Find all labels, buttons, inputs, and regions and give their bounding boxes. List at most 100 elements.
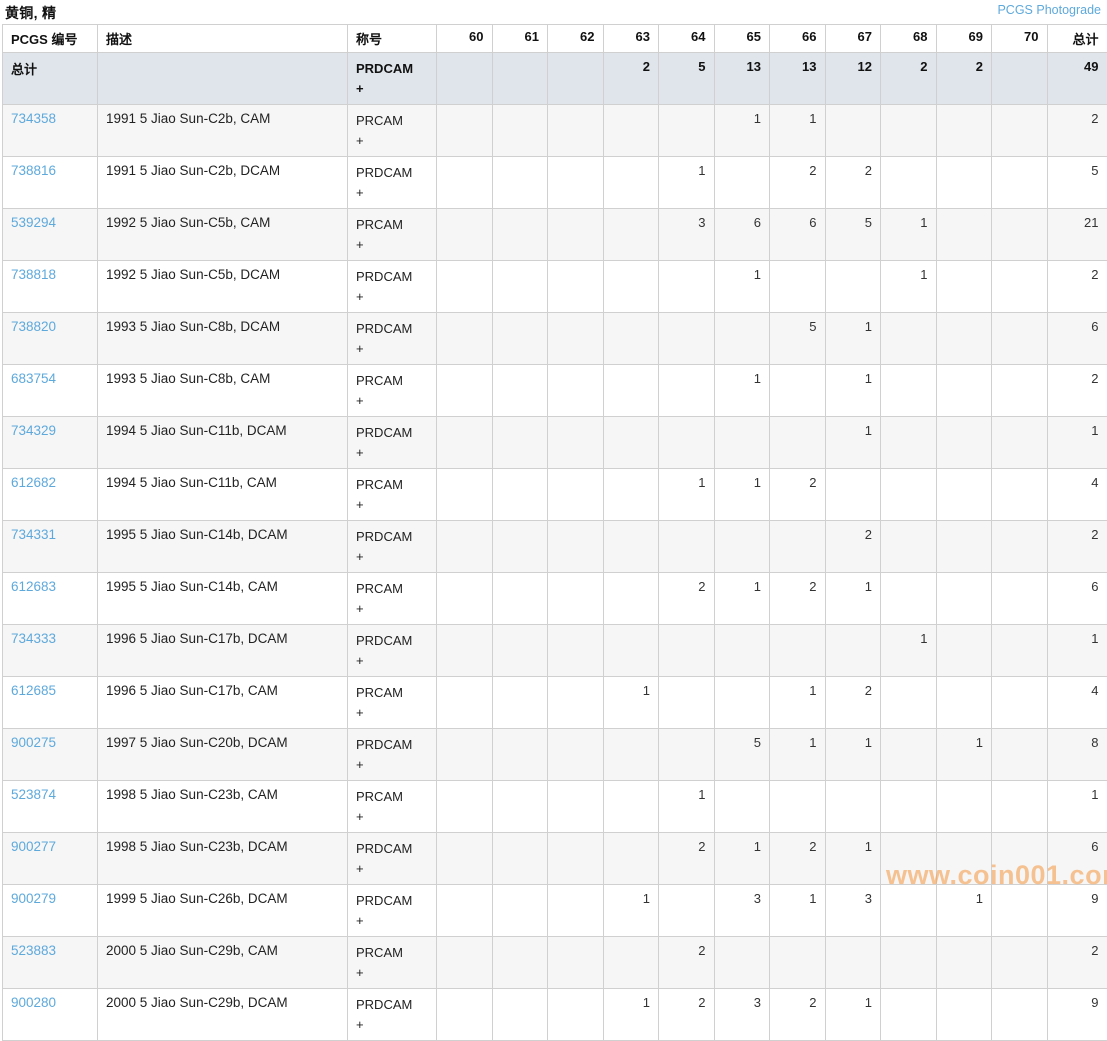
grade-60-cell: [437, 521, 493, 573]
grade-65-cell: [714, 625, 770, 677]
grade-60-cell: [437, 833, 493, 885]
grade-68-cell: [881, 365, 937, 417]
pcgs-number-link[interactable]: 734329: [11, 423, 56, 438]
grade-67-cell: 1: [825, 989, 881, 1041]
designation-cell: PRDCAM +: [348, 625, 437, 677]
grade-66-cell: 1: [770, 885, 826, 937]
description-cell: 1994 5 Jiao Sun-C11b, CAM: [98, 469, 348, 521]
grade-61-cell: [492, 833, 548, 885]
grade-64-cell: 2: [659, 989, 715, 1041]
pcgs-number-link[interactable]: 539294: [11, 215, 56, 230]
pcgs-number-link[interactable]: 900275: [11, 735, 56, 750]
grade-67-cell: 1: [825, 417, 881, 469]
grade-65-cell: [714, 521, 770, 573]
grade-62-cell: [548, 573, 604, 625]
pcgs-number-link[interactable]: 683754: [11, 371, 56, 386]
pcgs-number-link[interactable]: 612685: [11, 683, 56, 698]
grade-70-cell: [992, 833, 1048, 885]
designation-cell: PRCAM +: [348, 677, 437, 729]
grade-64-cell: [659, 105, 715, 157]
table-row: 734333 1996 5 Jiao Sun-C17b, DCAMPRDCAM +…: [3, 625, 1107, 677]
grade-68-cell: [881, 313, 937, 365]
pcgs-number-link[interactable]: 738816: [11, 163, 56, 178]
grade-64-cell: 1: [659, 469, 715, 521]
pcgs-number-link[interactable]: 900279: [11, 891, 56, 906]
grade-60-cell: [437, 417, 493, 469]
table-row: 7388201993 5 Jiao Sun-C8b, DCAMPRDCAM +5…: [3, 313, 1107, 365]
grade-68-cell: 1: [881, 625, 937, 677]
designation-cell: PRCAM +: [348, 937, 437, 989]
grade-70-cell: [992, 157, 1048, 209]
pcgs-number-link[interactable]: 734331: [11, 527, 56, 542]
grade-62-cell: [548, 937, 604, 989]
grade-68-cell: [881, 417, 937, 469]
description-cell: 2000 5 Jiao Sun-C29b, DCAM: [98, 989, 348, 1041]
grade-64-cell: [659, 885, 715, 937]
grade-66-cell: 2: [770, 833, 826, 885]
grade-68-cell: [881, 989, 937, 1041]
grade-61-cell: [492, 781, 548, 833]
table-row: 6837541993 5 Jiao Sun-C8b, CAMPRCAM +112: [3, 365, 1107, 417]
grade-60-cell: [437, 365, 493, 417]
pcgs-number-cell: 734331: [3, 521, 98, 573]
pcgs-number-link[interactable]: 523883: [11, 943, 56, 958]
grade-64-cell: 2: [659, 573, 715, 625]
grade-70-cell: [992, 469, 1048, 521]
table-row: 5392941992 5 Jiao Sun-C5b, CAMPRCAM +366…: [3, 209, 1107, 261]
pcgs-number-link[interactable]: 738820: [11, 319, 56, 334]
designation-cell: PRCAM +: [348, 469, 437, 521]
grade-62-cell: [548, 313, 604, 365]
pcgs-number-link[interactable]: 738818: [11, 267, 56, 282]
pcgs-number-link[interactable]: 900277: [11, 839, 56, 854]
grade-60-cell: [437, 313, 493, 365]
designation-cell: PRDCAM +: [348, 989, 437, 1041]
grade-65-cell: 1: [714, 365, 770, 417]
header-grade-68: 68: [881, 25, 937, 53]
grade-68-cell: [881, 105, 937, 157]
grade-68-cell: [881, 521, 937, 573]
header-description: 描述: [98, 25, 348, 53]
grade-63-cell: [603, 625, 659, 677]
row-total-cell: 9: [1047, 885, 1107, 937]
pcgs-number-link[interactable]: 523874: [11, 787, 56, 802]
table-row: 9002791999 5 Jiao Sun-C26b, DCAMPRDCAM +…: [3, 885, 1107, 937]
totals-desc-empty: [98, 53, 348, 105]
grade-63-cell: [603, 365, 659, 417]
grade-66-cell: [770, 417, 826, 469]
pcgs-number-link[interactable]: 612683: [11, 579, 56, 594]
grade-62-cell: [548, 833, 604, 885]
header-grade-60: 60: [437, 25, 493, 53]
grade-63-cell: [603, 729, 659, 781]
grade-62-cell: [548, 157, 604, 209]
grade-64-cell: 1: [659, 157, 715, 209]
table-row: 6126831995 5 Jiao Sun-C14b, CAMPRCAM +21…: [3, 573, 1107, 625]
description-cell: 1996 5 Jiao Sun-C17b, DCAM: [98, 625, 348, 677]
grade-69-cell: [936, 937, 992, 989]
designation-cell: PRDCAM +: [348, 261, 437, 313]
row-total-cell: 2: [1047, 937, 1107, 989]
pcgs-number-link[interactable]: 900280: [11, 995, 56, 1010]
grade-60-cell: [437, 729, 493, 781]
pcgs-number-link[interactable]: 734358: [11, 111, 56, 126]
grade-64-cell: [659, 729, 715, 781]
totals-grade-cell: 13: [770, 53, 826, 105]
pcgs-number-link[interactable]: 734333: [11, 631, 56, 646]
grade-63-cell: [603, 157, 659, 209]
pcgs-number-link[interactable]: 612682: [11, 475, 56, 490]
grade-69-cell: 1: [936, 885, 992, 937]
grade-62-cell: [548, 261, 604, 313]
pcgs-number-cell: 734333: [3, 625, 98, 677]
description-cell: 1998 5 Jiao Sun-C23b, DCAM: [98, 833, 348, 885]
table-row: 9002771998 5 Jiao Sun-C23b, DCAMPRDCAM +…: [3, 833, 1107, 885]
grade-70-cell: [992, 573, 1048, 625]
grade-64-cell: [659, 261, 715, 313]
grade-65-cell: [714, 677, 770, 729]
grade-67-cell: [825, 937, 881, 989]
totals-grade-cell: 13: [714, 53, 770, 105]
grade-66-cell: 1: [770, 677, 826, 729]
grade-60-cell: [437, 885, 493, 937]
grade-70-cell: [992, 105, 1048, 157]
description-cell: 1999 5 Jiao Sun-C26b, DCAM: [98, 885, 348, 937]
header-grade-61: 61: [492, 25, 548, 53]
pcgs-photograde-link[interactable]: PCGS Photograde: [997, 3, 1101, 17]
